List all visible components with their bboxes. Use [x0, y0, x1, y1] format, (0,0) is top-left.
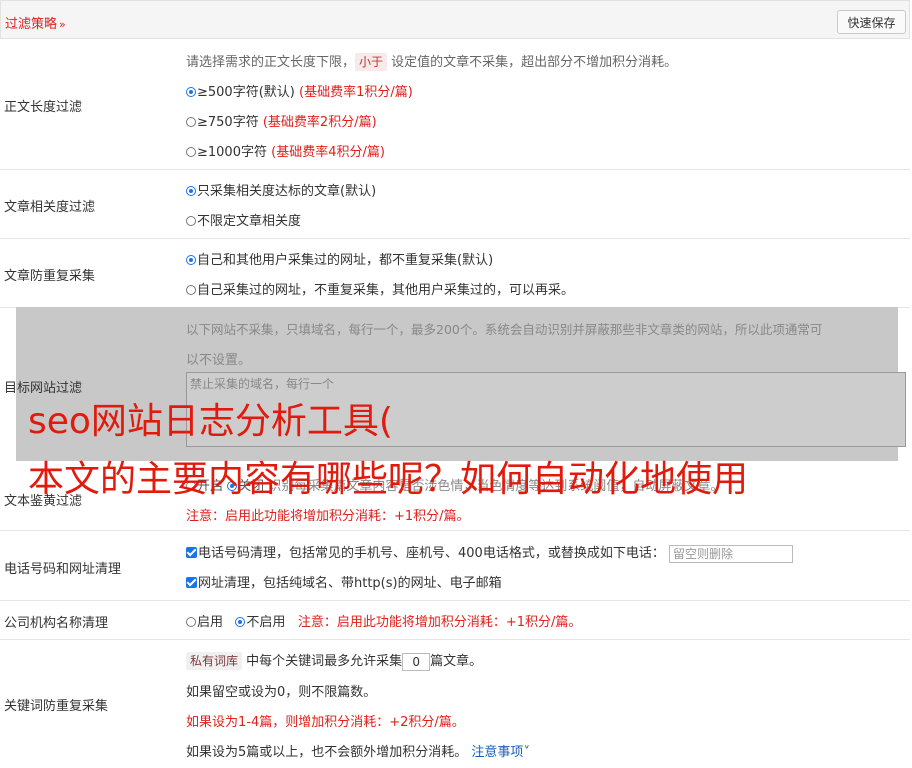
keyword-dedupe-label: 关键词防重复采集: [4, 699, 109, 714]
length-option-750[interactable]: ≥750字符 (基础费率2积分/篇): [186, 111, 377, 130]
radio-unselected[interactable]: [186, 117, 196, 127]
company-clean-off-label: 不启用: [246, 615, 286, 630]
radio-selected[interactable]: [235, 617, 246, 627]
notes-link[interactable]: 注意事项˅: [471, 745, 530, 760]
quick-save-button[interactable]: 快速保存: [837, 10, 906, 34]
relevance-option-any[interactable]: 不限定文章相关度: [186, 210, 301, 229]
url-clean-text: 网址清理，包括纯域名、带http(s)的网址、电子邮箱: [198, 576, 502, 591]
phone-clean-label: 电话号码和网址清理: [4, 562, 122, 577]
dedupe-option-label: 自己采集过的网址，不重复采集，其他用户采集过的，可以再采。: [197, 283, 575, 298]
keyword-dedupe-text-after: 篇文章。: [430, 654, 483, 669]
length-filter-label: 正文长度过滤: [4, 100, 83, 115]
overlay-title-line1: seo网站日志分析工具(: [28, 401, 393, 442]
radio-selected[interactable]: [186, 87, 196, 97]
length-filter-desc-before: 请选择需求的正文长度下限，: [186, 55, 356, 70]
keyword-dedupe-line2: 如果留空或设为0，则不限篇数。: [186, 685, 377, 700]
keyword-dedupe-line3: 如果设为1-4篇，则增加积分消耗：+2积分/篇。: [186, 715, 465, 730]
top-bar: 过滤策略» 快速保存: [0, 0, 910, 39]
less-than-tag: 小于: [355, 53, 388, 71]
company-clean-options: 启用 不启用 注意：启用此功能将增加积分消耗：+1积分/篇。: [186, 611, 581, 630]
company-clean-note: 注意：启用此功能将增加积分消耗：+1积分/篇。: [297, 615, 582, 630]
replacement-phone-input[interactable]: 留空则删除: [668, 544, 793, 563]
length-filter-row: 正文长度过滤 请选择需求的正文长度下限， 小于 设定值的文章不采集，超出部分不增加…: [0, 39, 910, 170]
keyword-dedupe-row: 关键词防重复采集 私有词库 中每个关键词最多允许采集 0 篇文章。 如果留空或设为0…: [0, 640, 910, 768]
length-option-label: ≥500字符(默认): [197, 85, 295, 100]
relevance-label: 文章相关度过滤: [4, 200, 96, 215]
radio-unselected[interactable]: [186, 285, 196, 295]
url-clean-option[interactable]: 网址清理，包括纯域名、带http(s)的网址、电子邮箱: [186, 572, 502, 591]
replacement-phone-placeholder: 留空则删除: [672, 546, 733, 561]
length-filter-desc-after: 设定值的文章不采集，超出部分不增加积分消耗。: [391, 55, 678, 70]
dedupe-option-self[interactable]: 自己采集过的网址，不重复采集，其他用户采集过的，可以再采。: [186, 279, 574, 298]
keyword-dedupe-text-before: 中每个关键词最多允许采集: [246, 654, 403, 669]
dedupe-option-label: 自己和其他用户采集过的网址，都不重复采集(默认): [197, 253, 494, 268]
dedupe-option-all[interactable]: 自己和其他用户采集过的网址，都不重复采集(默认): [186, 249, 493, 268]
max-articles-value: 0: [412, 654, 420, 669]
filter-strategy-title: 过滤策略: [5, 17, 58, 32]
length-option-label: ≥750字符: [197, 115, 259, 130]
private-lexicon-tag: 私有词库: [186, 652, 243, 670]
relevance-row: 文章相关度过滤 只采集相关度达标的文章(默认) 不限定文章相关度: [0, 170, 910, 239]
relevance-option-label: 只采集相关度达标的文章(默认): [197, 184, 377, 199]
keyword-dedupe-line4: 如果设为5篇或以上，也不会额外增加积分消耗。 注意事项˅: [186, 741, 530, 760]
relevance-option-strict[interactable]: 只采集相关度达标的文章(默认): [186, 180, 376, 199]
keyword-dedupe-line1: 私有词库 中每个关键词最多允许采集 0 篇文章。: [186, 650, 482, 671]
length-option-label: ≥1000字符: [197, 145, 267, 160]
blocked-domains-placeholder: 禁止采集的域名，每行一个: [190, 377, 335, 391]
chevron-down-icon: »: [59, 18, 66, 31]
company-clean-off[interactable]: 不启用: [235, 615, 285, 630]
length-option-500[interactable]: ≥500字符(默认) (基础费率1积分/篇): [186, 81, 413, 100]
length-option-note: (基础费率2积分/篇): [262, 115, 377, 130]
radio-unselected[interactable]: [186, 147, 196, 157]
length-option-note: (基础费率1积分/篇): [299, 85, 413, 100]
company-clean-label: 公司机构名称清理: [4, 616, 109, 631]
radio-unselected[interactable]: [186, 617, 196, 627]
max-articles-input[interactable]: 0: [402, 652, 431, 671]
dedupe-label: 文章防重复采集: [4, 269, 96, 284]
company-clean-row: 公司机构名称清理 启用 不启用 注意：启用此功能将增加积分消耗：+1积分/篇。: [0, 601, 910, 640]
radio-selected[interactable]: [186, 255, 196, 265]
target-site-desc-line1: 以下网站不采集，只填域名，每行一个，最多200个。系统会自动识别并屏蔽那些非文章…: [186, 322, 823, 337]
length-filter-desc: 请选择需求的正文长度下限， 小于 设定值的文章不采集，超出部分不增加积分消耗。: [186, 51, 677, 71]
phone-clean-row: 电话号码和网址清理 电话号码清理，包括常见的手机号、座机号、400电话格式，或替…: [0, 531, 910, 601]
checkbox-checked[interactable]: [186, 547, 197, 558]
notes-link-label: 注意事项: [471, 745, 524, 760]
checkbox-checked[interactable]: [186, 577, 197, 588]
dedupe-row: 文章防重复采集 自己和其他用户采集过的网址，都不重复采集(默认) 自己采集过的网…: [0, 239, 910, 308]
company-clean-on-label: 启用: [197, 615, 224, 630]
target-site-desc-line2: 以不设置。: [186, 353, 252, 368]
length-option-note: (基础费率4积分/篇): [271, 145, 385, 160]
chevron-down-icon: ˅: [523, 745, 530, 760]
company-clean-on[interactable]: 启用: [186, 615, 223, 630]
phone-clean-option[interactable]: 电话号码清理，包括常见的手机号、座机号、400电话格式，或替换成如下电话： 留空…: [186, 542, 793, 563]
overlay-title-line2: 本文的主要内容有哪些呢？如何自动化地使用: [28, 459, 749, 500]
radio-unselected[interactable]: [186, 216, 196, 226]
porn-filter-note: 注意：启用此功能将增加积分消耗：+1积分/篇。: [186, 509, 470, 524]
length-option-1000[interactable]: ≥1000字符 (基础费率4积分/篇): [186, 141, 385, 160]
relevance-option-label: 不限定文章相关度: [197, 214, 302, 229]
filter-strategy-toggle[interactable]: 过滤策略»: [5, 13, 66, 32]
phone-clean-text: 电话号码清理，包括常见的手机号、座机号、400电话格式，或替换成如下电话：: [198, 546, 665, 561]
radio-selected[interactable]: [186, 186, 196, 196]
keyword-dedupe-line4-text: 如果设为5篇或以上，也不会额外增加积分消耗。: [186, 745, 468, 760]
